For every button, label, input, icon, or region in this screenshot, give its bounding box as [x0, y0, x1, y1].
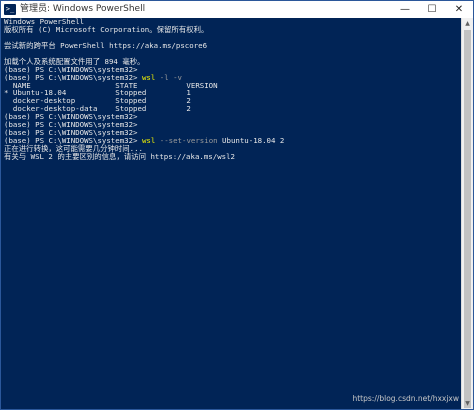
watermark: https://blog.csdn.net/hxxjxw — [352, 394, 459, 403]
command-name: wsl — [141, 136, 156, 146]
console-output[interactable]: Windows PowerShell 版权所有 (C) Microsoft Cor… — [1, 18, 464, 409]
scroll-thumb[interactable] — [464, 30, 471, 408]
powershell-window: >_ 管理员: Windows PowerShell — ☐ ✕ Windows… — [0, 0, 474, 410]
command-target: Ubuntu-18.04 2 — [217, 136, 285, 146]
powershell-icon: >_ — [4, 4, 16, 15]
window-title: 管理员: Windows PowerShell — [20, 4, 146, 14]
console-line: 尝试新的跨平台 PowerShell https://aka.ms/pscore… — [4, 40, 208, 50]
command-args: --set-version — [155, 136, 218, 146]
scroll-down-arrow-icon[interactable]: ▼ — [462, 398, 473, 409]
title-bar[interactable]: >_ 管理员: Windows PowerShell — ☐ ✕ — [1, 1, 473, 18]
console-line: 版权所有 (C) Microsoft Corporation。保留所有权利。 — [4, 24, 209, 34]
console-line: 有关与 WSL 2 的主要区别的信息，请访问 https://aka.ms/ws… — [4, 151, 235, 161]
vertical-scrollbar[interactable]: ▲ ▼ — [461, 18, 473, 409]
maximize-button[interactable]: ☐ — [420, 1, 444, 18]
close-button[interactable]: ✕ — [447, 1, 471, 18]
minimize-button[interactable]: — — [393, 1, 417, 18]
scroll-up-arrow-icon[interactable]: ▲ — [462, 18, 473, 29]
